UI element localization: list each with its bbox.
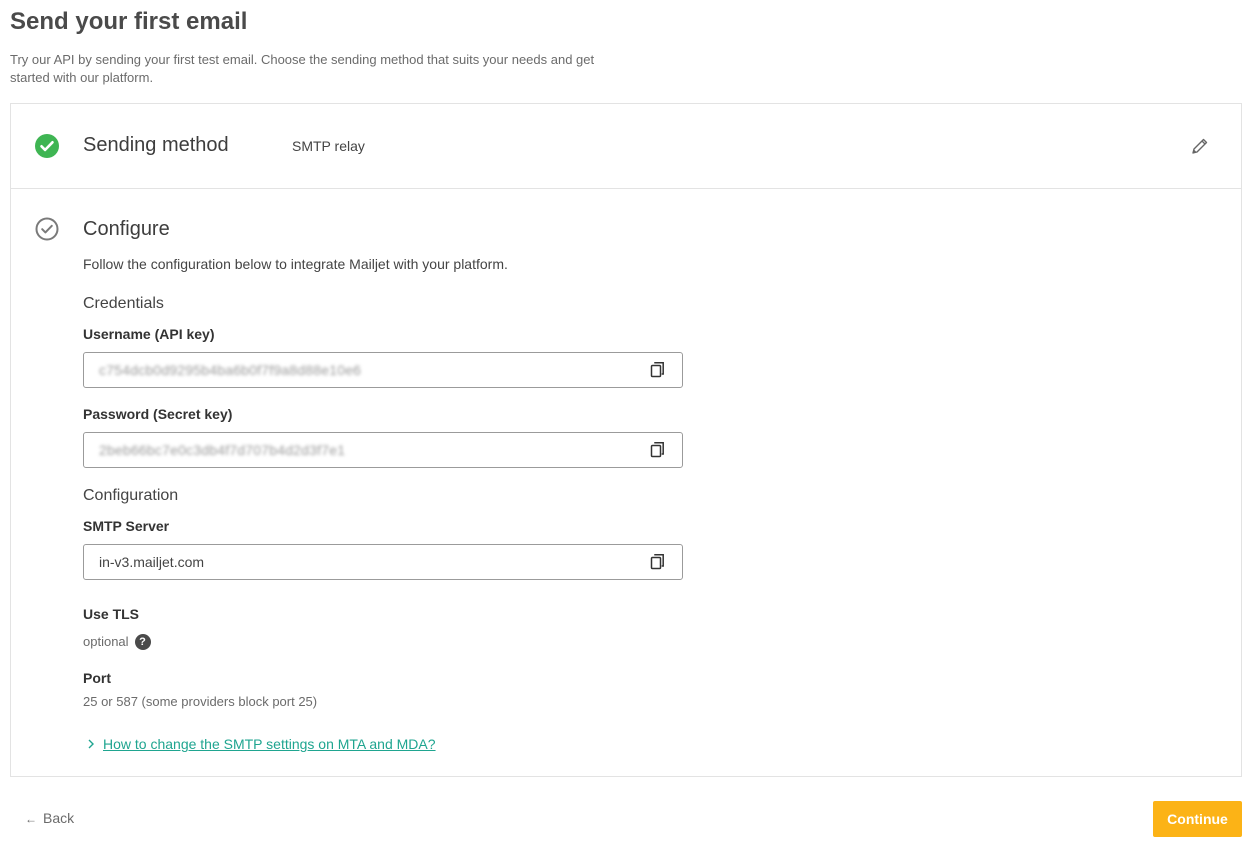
credentials-title: Credentials	[83, 295, 164, 312]
back-label: Back	[43, 810, 75, 826]
help-link-row: How to change the SMTP settings on MTA a…	[87, 736, 436, 752]
tls-value: optional	[83, 634, 129, 649]
use-tls-label: Use TLS	[83, 606, 140, 622]
check-outline-icon	[35, 217, 59, 241]
password-value: 2beb66bc7e0c3db4f7d707b4d2d3f7e1	[99, 442, 346, 458]
copy-icon[interactable]	[650, 361, 666, 379]
smtp-server-value: in-v3.mailjet.com	[99, 554, 205, 570]
back-button[interactable]: ← Back	[25, 810, 74, 826]
arrow-left-icon: ←	[25, 812, 37, 826]
password-label: Password (Secret key)	[83, 406, 233, 422]
username-label: Username (API key)	[83, 326, 215, 342]
port-value: 25 or 587 (some providers block port 25)	[83, 694, 318, 709]
help-icon[interactable]: ?	[134, 634, 151, 650]
username-value: c754dcb0d9295b4ba6b0f7f9a8d88e10e6	[99, 362, 362, 378]
configuration-title: Configuration	[83, 487, 179, 504]
check-circle-icon	[35, 134, 59, 158]
pencil-icon[interactable]	[1190, 136, 1210, 156]
page-title: Send your first email	[10, 8, 248, 35]
password-field[interactable]: 2beb66bc7e0c3db4f7d707b4d2d3f7e1	[83, 432, 683, 468]
smtp-server-label: SMTP Server	[83, 518, 170, 534]
copy-icon[interactable]	[650, 553, 666, 571]
step-sending-method: Sending method SMTP relay	[11, 104, 1241, 189]
port-label: Port	[83, 670, 111, 686]
smtp-settings-help-link[interactable]: How to change the SMTP settings on MTA a…	[103, 736, 436, 752]
sending-method-value: SMTP relay	[292, 138, 365, 154]
setup-card: Sending method SMTP relay Configure Foll…	[10, 103, 1242, 777]
copy-icon[interactable]	[650, 441, 666, 459]
tls-value-row: optional?	[83, 634, 151, 650]
step-title-configure: Configure	[83, 218, 170, 240]
page-subtitle: Try our API by sending your first test e…	[10, 52, 595, 85]
smtp-server-field[interactable]: in-v3.mailjet.com	[83, 544, 683, 580]
configure-description: Follow the configuration below to integr…	[83, 256, 508, 272]
chevron-right-icon	[87, 738, 97, 752]
step-title-sending-method: Sending method	[83, 134, 229, 156]
username-field[interactable]: c754dcb0d9295b4ba6b0f7f9a8d88e10e6	[83, 352, 683, 388]
continue-button[interactable]: Continue	[1153, 801, 1242, 837]
